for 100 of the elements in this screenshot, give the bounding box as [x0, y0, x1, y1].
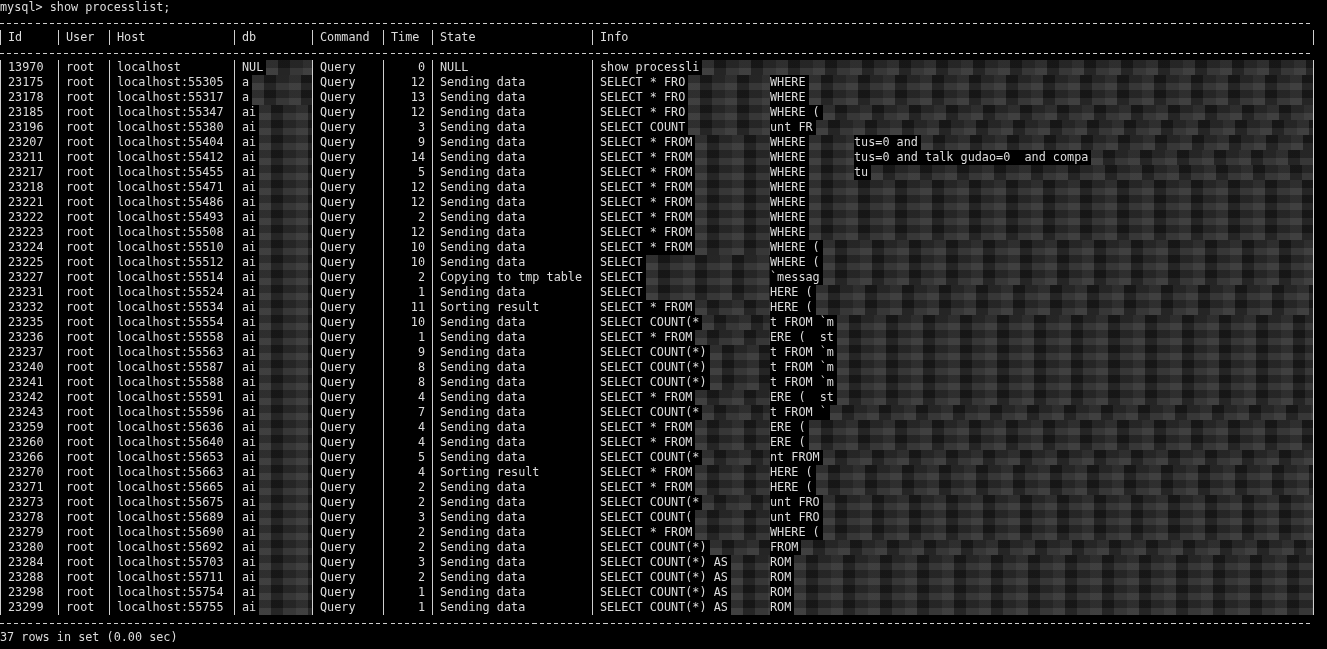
table-cell: localhost:55512 — [109, 255, 234, 270]
table-cell: Sorting result — [432, 300, 592, 315]
cell-text: SELECT * FRO — [600, 105, 686, 120]
table-cell: Query — [312, 525, 383, 540]
table-cell: localhost:55404 — [109, 135, 234, 150]
table-cell: root — [58, 360, 109, 375]
cell-text: ai — [242, 225, 257, 240]
table-cell: localhost:55653 — [109, 450, 234, 465]
table-cell: root — [58, 465, 109, 480]
cell-text: ai — [242, 300, 257, 315]
redacted-area — [259, 105, 312, 120]
cell-text: SELECT * FROM — [600, 330, 693, 345]
table-cell: localhost:55412 — [109, 150, 234, 165]
table-cell: 23271 — [0, 480, 58, 495]
table-cell: Sending data — [432, 360, 592, 375]
table-cell: Query — [312, 480, 383, 495]
table-cell: localhost:55675 — [109, 495, 234, 510]
table-cell: 4 — [383, 420, 432, 435]
table-cell: Sending data — [432, 180, 592, 195]
table-cell: 2 — [383, 210, 432, 225]
table-cell: Query — [312, 360, 383, 375]
table-cell: 23278 — [0, 510, 58, 525]
cell-text: SELECT — [600, 270, 643, 285]
cell-text: SELECT * FROM — [600, 135, 693, 150]
redacted-area — [259, 495, 312, 510]
cell-text: SELECT * FROM — [600, 465, 693, 480]
cell-text: ai — [242, 270, 257, 285]
cell-text: SELECT COUNT(* — [600, 450, 700, 465]
table-cell: localhost:55703 — [109, 555, 234, 570]
cell-text: HERE ( — [770, 465, 813, 480]
table-cell: localhost:55486 — [109, 195, 234, 210]
table-cell: 1 — [383, 330, 432, 345]
redacted-area — [730, 570, 770, 585]
table-cell: Query — [312, 420, 383, 435]
cell-text: SELECT * FROM — [600, 195, 693, 210]
redacted-area — [709, 375, 770, 390]
redacted-area — [259, 300, 312, 315]
column-header: User — [58, 30, 109, 45]
table-cell: root — [58, 285, 109, 300]
table-cell: Query — [312, 510, 383, 525]
table-cell: Query — [312, 60, 383, 75]
redacted-area — [702, 405, 770, 420]
redacted-area — [259, 585, 312, 600]
redacted-area — [259, 465, 312, 480]
table-cell: 8 — [383, 360, 432, 375]
table-cell: 12 — [383, 180, 432, 195]
cell-text: ai — [242, 240, 257, 255]
table-cell: 10 — [383, 315, 432, 330]
redacted-area — [259, 600, 312, 615]
table-cell: root — [58, 225, 109, 240]
table-cell: Sending data — [432, 255, 592, 270]
cell-text: a — [242, 90, 250, 105]
table-cell: 1 — [383, 600, 432, 615]
table-cell: root — [58, 135, 109, 150]
table-cell: Query — [312, 180, 383, 195]
table-cell: Sending data — [432, 165, 592, 180]
table-cell: 23241 — [0, 375, 58, 390]
table-cell: root — [58, 315, 109, 330]
table-cell: Query — [312, 600, 383, 615]
cell-text: ERE ( st — [770, 330, 834, 345]
cell-text: SELECT COUNT(* — [600, 495, 700, 510]
cell-text: SELECT * FROM — [600, 240, 693, 255]
cell-text: SELECT * FROM — [600, 210, 693, 225]
table-cell: Sending data — [432, 480, 592, 495]
cell-text: t FROM `m — [770, 345, 834, 360]
table-cell: 23178 — [0, 90, 58, 105]
cell-text: ai — [242, 555, 257, 570]
cell-text: ai — [242, 165, 257, 180]
table-cell: localhost:55755 — [109, 600, 234, 615]
cell-text: tus=0 and talk gudao=0 and compa — [854, 150, 1089, 165]
cell-text: SELECT * FROM — [600, 150, 693, 165]
table-cell: Sending data — [432, 420, 592, 435]
table-cell: root — [58, 255, 109, 270]
table-cell: localhost:55554 — [109, 315, 234, 330]
table-cell: localhost:55711 — [109, 570, 234, 585]
cell-text: ai — [242, 375, 257, 390]
table-cell: 23211 — [0, 150, 58, 165]
table-cell: 8 — [383, 375, 432, 390]
table-cell: 23279 — [0, 525, 58, 540]
cell-text: SELECT COUNT(*) — [600, 360, 707, 375]
table-cell: 2 — [383, 540, 432, 555]
table-cell: root — [58, 420, 109, 435]
cell-text: WHERE — [770, 90, 806, 105]
cell-text: WHERE — [770, 150, 806, 165]
cell-text: ai — [242, 540, 257, 555]
cell-text: t FROM `m — [770, 360, 834, 375]
table-cell: Query — [312, 540, 383, 555]
redacted-area — [259, 540, 312, 555]
table-cell: Sending data — [432, 600, 592, 615]
table-cell: 23232 — [0, 300, 58, 315]
cell-text: WHERE — [770, 180, 806, 195]
redacted-area — [259, 450, 312, 465]
table-cell: root — [58, 300, 109, 315]
table-cell: 23298 — [0, 585, 58, 600]
cell-text: HERE ( — [770, 480, 813, 495]
cell-text: ai — [242, 585, 257, 600]
cell-text: ai — [242, 360, 257, 375]
table-cell: Sorting result — [432, 465, 592, 480]
table-cell: Sending data — [432, 390, 592, 405]
cell-text: `messag — [770, 270, 820, 285]
